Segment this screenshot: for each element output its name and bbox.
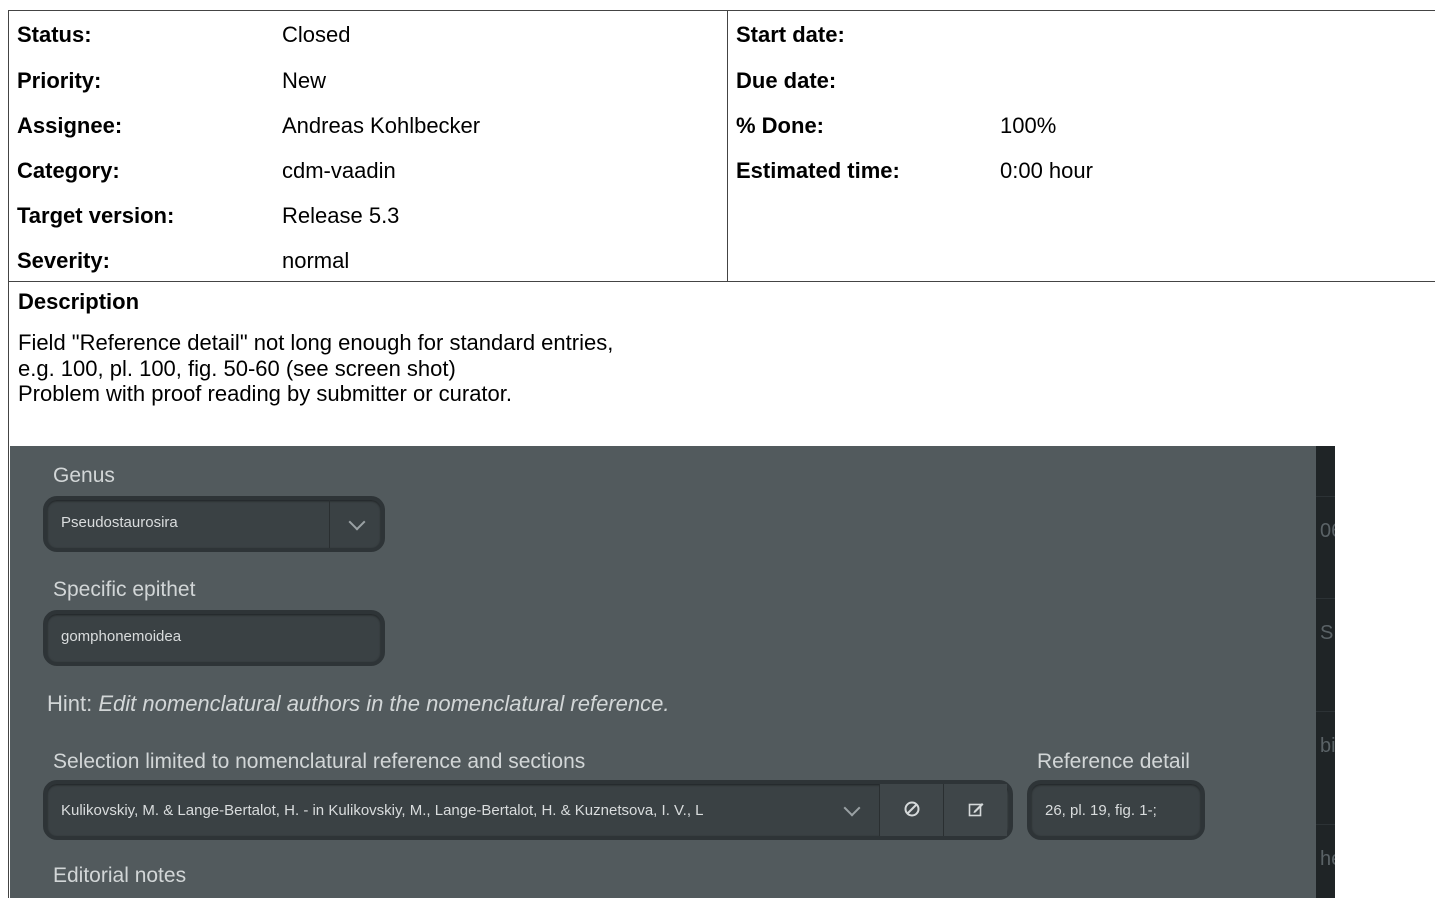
hint-message: Edit nomenclatural authors in the nomenc… bbox=[98, 691, 670, 716]
panel-text: 06 bbox=[1320, 520, 1335, 542]
left-border bbox=[8, 282, 9, 898]
reference-label: Selection limited to nomenclatural refer… bbox=[53, 750, 586, 773]
description-line: Field "Reference detail" not long enough… bbox=[18, 330, 614, 355]
reference-select[interactable]: Kulikovskiy, M. & Lange-Bertalot, H. - i… bbox=[43, 780, 1013, 840]
hint-prefix: Hint: bbox=[47, 691, 93, 716]
target-version-label: Target version: bbox=[17, 203, 175, 228]
issue-attributes: Status: Closed Priority: New Assignee: A… bbox=[8, 10, 1435, 282]
background-panel: 06 S bi he bbox=[1316, 446, 1335, 898]
done-label: % Done: bbox=[736, 113, 824, 138]
editorial-notes-label: Editorial notes bbox=[53, 864, 187, 887]
start-date-label: Start date: bbox=[736, 22, 845, 47]
priority-value: New bbox=[282, 68, 327, 93]
reference-detail-label: Reference detail bbox=[1037, 750, 1190, 773]
attached-screenshot: Genus Pseudostaurosira Specific epithet … bbox=[10, 446, 1316, 898]
chevron-down-icon[interactable] bbox=[843, 799, 861, 817]
edit-reference-button[interactable] bbox=[943, 784, 1007, 836]
status-value: Closed bbox=[282, 22, 351, 47]
clear-reference-button[interactable] bbox=[879, 784, 943, 836]
target-version-value[interactable]: Release 5.3 bbox=[282, 203, 399, 229]
panel-divider bbox=[1316, 496, 1335, 497]
severity-label: Severity: bbox=[17, 248, 110, 273]
clear-icon bbox=[904, 801, 920, 817]
severity-value: normal bbox=[282, 248, 350, 273]
due-date-label: Due date: bbox=[736, 68, 837, 93]
specific-epithet-label: Specific epithet bbox=[53, 578, 196, 601]
done-value: 100% bbox=[1000, 113, 1057, 138]
reference-detail-input[interactable]: 26, pl. 19, fig. 1-; bbox=[1027, 780, 1205, 840]
specific-epithet-input[interactable]: gomphonemoidea bbox=[43, 610, 385, 666]
edit-icon bbox=[968, 803, 984, 817]
assignee-value[interactable]: Andreas Kohlbecker bbox=[282, 113, 480, 139]
panel-text: S bbox=[1320, 622, 1334, 644]
estimated-time-value: 0:00 hour bbox=[1000, 158, 1093, 183]
description-line: Problem with proof reading by submitter … bbox=[18, 381, 513, 406]
select-separator bbox=[329, 500, 330, 548]
chevron-down-icon[interactable] bbox=[348, 513, 366, 531]
specific-epithet-value: gomphonemoidea bbox=[61, 628, 182, 645]
genus-value: Pseudostaurosira bbox=[61, 514, 178, 531]
description-line: e.g. 100, pl. 100, fig. 50-60 (see scree… bbox=[18, 356, 456, 381]
reference-value: Kulikovskiy, M. & Lange-Bertalot, H. - i… bbox=[61, 802, 704, 819]
column-divider bbox=[727, 11, 728, 281]
priority-label: Priority: bbox=[17, 68, 102, 93]
status-label: Status: bbox=[17, 22, 92, 47]
panel-divider bbox=[1316, 598, 1335, 599]
reference-detail-value: 26, pl. 19, fig. 1-; bbox=[1045, 802, 1157, 819]
panel-text: bi bbox=[1320, 735, 1335, 757]
panel-divider bbox=[1316, 824, 1335, 825]
category-value: cdm-vaadin bbox=[282, 158, 396, 183]
hint-text: Hint: Edit nomenclatural authors in the … bbox=[47, 691, 669, 717]
description-title: Description bbox=[18, 289, 140, 314]
genus-select[interactable]: Pseudostaurosira bbox=[43, 496, 385, 552]
genus-label: Genus bbox=[53, 464, 115, 487]
estimated-time-label: Estimated time: bbox=[736, 158, 900, 183]
panel-divider bbox=[1316, 711, 1335, 712]
category-label: Category: bbox=[17, 158, 120, 183]
panel-text: he bbox=[1320, 848, 1335, 870]
assignee-label: Assignee: bbox=[17, 113, 123, 138]
